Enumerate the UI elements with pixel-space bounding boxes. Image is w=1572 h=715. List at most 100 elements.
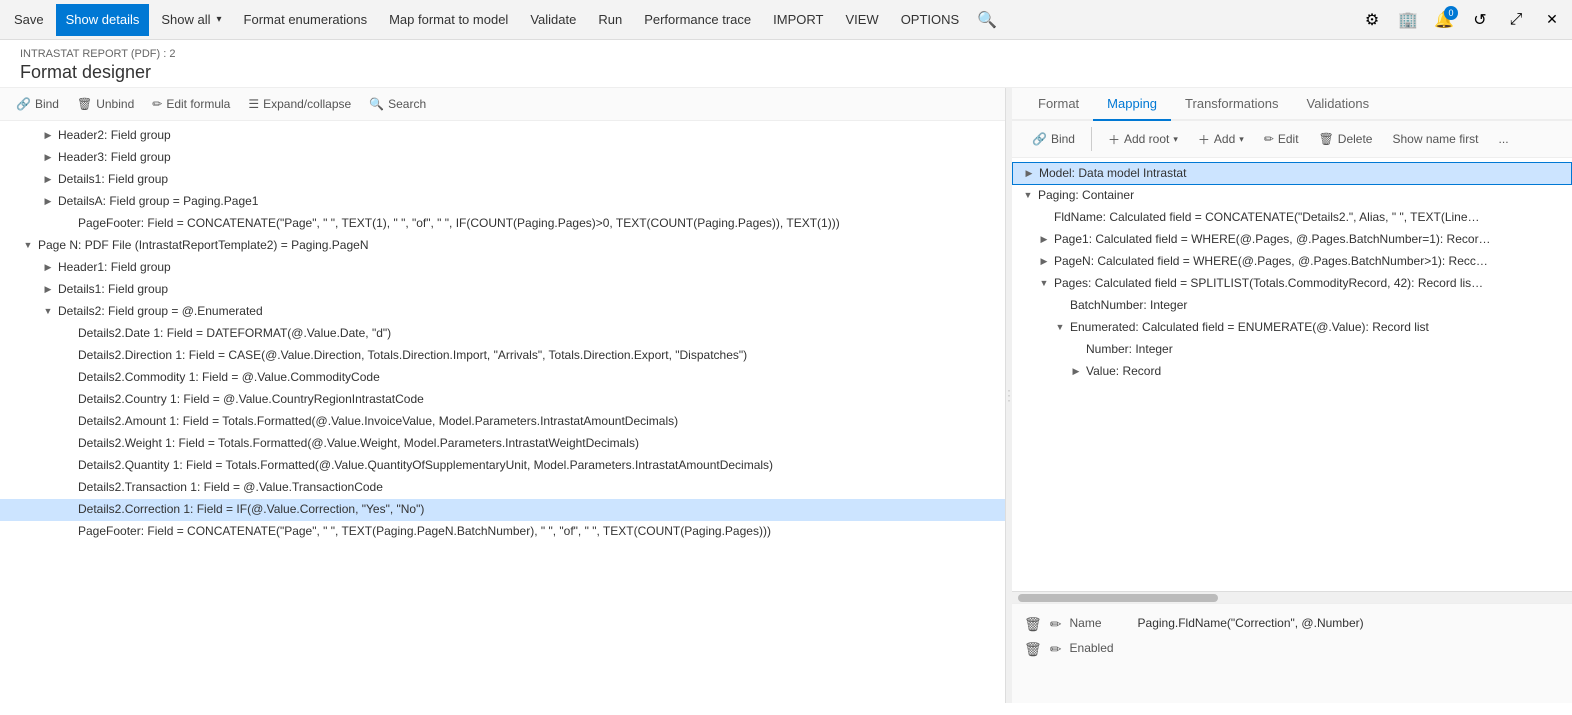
show-details-button[interactable]: Show details (56, 4, 150, 36)
horizontal-scrollbar[interactable] (1012, 591, 1572, 603)
refresh-button[interactable]: ↺ (1464, 4, 1496, 36)
search-icon-button[interactable]: 🔍 (971, 4, 1003, 36)
tree-toggle-icon: ▶ (40, 151, 56, 164)
rtree-item-text: FldName: Calculated field = CONCATENATE(… (1052, 209, 1480, 226)
tree-item-text: Details2.Commodity 1: Field = @.Value.Co… (76, 369, 380, 386)
settings-icon-button[interactable]: ⚙ (1356, 4, 1388, 36)
rtree-item-text: BatchNumber: Integer (1068, 297, 1187, 314)
save-button[interactable]: Save (4, 4, 54, 36)
tree-toggle-icon: ▶ (40, 173, 56, 186)
performance-trace-button[interactable]: Performance trace (634, 4, 761, 36)
search-icon: 🔍 (369, 97, 384, 111)
left-tree: ▶Header2: Field group▶Header3: Field gro… (0, 121, 1005, 703)
left-tree-item[interactable]: ▶Header2: Field group (0, 125, 1005, 147)
edit-name-icon[interactable]: ✏ (1050, 616, 1062, 633)
unbind-button[interactable]: 🗑 Unbind (69, 94, 142, 114)
options-button[interactable]: OPTIONS (891, 4, 970, 36)
left-tree-item[interactable]: ▼Page N: PDF File (IntrastatReportTempla… (0, 235, 1005, 257)
right-tree-item[interactable]: ▶PageN: Calculated field = WHERE(@.Pages… (1012, 251, 1572, 273)
right-bind-button[interactable]: 🔗 Bind (1024, 129, 1083, 149)
edit-button[interactable]: ✏ Edit (1256, 129, 1307, 149)
import-button[interactable]: IMPORT (763, 4, 833, 36)
left-tree-item[interactable]: ▶Header1: Field group (0, 257, 1005, 279)
right-tree-item[interactable]: FldName: Calculated field = CONCATENATE(… (1012, 207, 1572, 229)
left-tree-item[interactable]: Details2.Direction 1: Field = CASE(@.Val… (0, 345, 1005, 367)
right-tree-item[interactable]: ▼Pages: Calculated field = SPLITLIST(Tot… (1012, 273, 1572, 295)
tree-item-text: Details1: Field group (56, 281, 168, 298)
rtree-item-text: Pages: Calculated field = SPLITLIST(Tota… (1052, 275, 1483, 292)
rtree-toggle-icon: ▶ (1036, 233, 1052, 246)
edit-formula-button[interactable]: ✏ Edit formula (144, 94, 238, 114)
left-tree-item[interactable]: ▶Header3: Field group (0, 147, 1005, 169)
tab-validations[interactable]: Validations (1292, 88, 1383, 121)
office-icon-button[interactable]: 🏢 (1392, 4, 1424, 36)
right-tree-item[interactable]: ▼Enumerated: Calculated field = ENUMERAT… (1012, 317, 1572, 339)
format-enumerations-button[interactable]: Format enumerations (234, 4, 378, 36)
right-toolbar: 🔗 Bind ＋ Add root ＋ Add ✏ Edit 🗑 Delete … (1012, 121, 1572, 158)
rtree-item-text: PageN: Calculated field = WHERE(@.Pages,… (1052, 253, 1488, 270)
expand-icon: ☰ (248, 97, 259, 111)
main-toolbar: Save Show details Show all Format enumer… (0, 0, 1572, 40)
rtree-item-text: Paging: Container (1036, 187, 1134, 204)
left-tree-item[interactable]: Details2.Transaction 1: Field = @.Value.… (0, 477, 1005, 499)
bind-button[interactable]: 🔗 Bind (8, 94, 67, 114)
left-tree-item[interactable]: ▶Details1: Field group (0, 279, 1005, 301)
show-name-first-button[interactable]: Show name first (1384, 129, 1486, 149)
right-tree-item[interactable]: ▼Paging: Container (1012, 185, 1572, 207)
formula-icon: ✏ (152, 97, 162, 111)
run-button[interactable]: Run (588, 4, 632, 36)
add-icon: ＋ (1198, 131, 1210, 148)
view-button[interactable]: VIEW (835, 4, 888, 36)
toolbar-divider-1 (1091, 127, 1092, 151)
delete-enabled-icon[interactable]: 🗑 (1024, 641, 1042, 658)
left-tree-item[interactable]: Details2.Amount 1: Field = Totals.Format… (0, 411, 1005, 433)
right-tree-item[interactable]: ▶Model: Data model Intrastat (1012, 162, 1572, 185)
tree-item-text: PageFooter: Field = CONCATENATE("Page", … (76, 215, 840, 232)
tree-item-text: PageFooter: Field = CONCATENATE("Page", … (76, 523, 771, 540)
rtree-toggle-icon: ▼ (1020, 189, 1036, 202)
left-tree-item[interactable]: ▼Details2: Field group = @.Enumerated (0, 301, 1005, 323)
left-tree-item[interactable]: Details2.Commodity 1: Field = @.Value.Co… (0, 367, 1005, 389)
tab-mapping[interactable]: Mapping (1093, 88, 1171, 121)
tree-item-text: Details2: Field group = @.Enumerated (56, 303, 263, 320)
left-tree-item[interactable]: ▶DetailsA: Field group = Paging.Page1 (0, 191, 1005, 213)
tab-transformations[interactable]: Transformations (1171, 88, 1292, 121)
tree-item-text: Details1: Field group (56, 171, 168, 188)
right-panel: FormatMappingTransformationsValidations … (1012, 88, 1572, 703)
left-tree-item[interactable]: Details2.Date 1: Field = DATEFORMAT(@.Va… (0, 323, 1005, 345)
left-tree-item[interactable]: Details2.Quantity 1: Field = Totals.Form… (0, 455, 1005, 477)
rtree-item-text: Number: Integer (1084, 341, 1173, 358)
tree-item-text: Page N: PDF File (IntrastatReportTemplat… (36, 237, 369, 254)
add-button[interactable]: ＋ Add (1190, 128, 1252, 151)
more-options-button[interactable]: ... (1491, 129, 1517, 149)
add-root-button[interactable]: ＋ Add root (1100, 128, 1186, 151)
expand-collapse-button[interactable]: ☰ Expand/collapse (240, 94, 359, 114)
notification-badge[interactable]: 🔔 0 (1428, 4, 1460, 36)
validate-button[interactable]: Validate (520, 4, 586, 36)
map-format-to-model-button[interactable]: Map format to model (379, 4, 518, 36)
right-tree-item[interactable]: ▶Page1: Calculated field = WHERE(@.Pages… (1012, 229, 1572, 251)
left-tree-item[interactable]: Details2.Weight 1: Field = Totals.Format… (0, 433, 1005, 455)
add-root-icon: ＋ (1108, 131, 1120, 148)
right-tree-item[interactable]: ▶Value: Record (1012, 361, 1572, 383)
right-tree-item[interactable]: BatchNumber: Integer (1012, 295, 1572, 317)
show-all-button[interactable]: Show all (151, 4, 231, 36)
maximize-button[interactable]: ⤢ (1500, 4, 1532, 36)
left-tree-item[interactable]: ▶Details1: Field group (0, 169, 1005, 191)
close-button[interactable]: ✕ (1536, 4, 1568, 36)
search-button[interactable]: 🔍 Search (361, 94, 434, 114)
left-tree-item[interactable]: Details2.Correction 1: Field = IF(@.Valu… (0, 499, 1005, 521)
hscroll-thumb[interactable] (1018, 594, 1218, 602)
tree-item-text: Details2.Weight 1: Field = Totals.Format… (76, 435, 639, 452)
main-layout: 🔗 Bind 🗑 Unbind ✏ Edit formula ☰ Expand/… (0, 88, 1572, 703)
enabled-row: 🗑 ✏ Enabled (1024, 637, 1560, 662)
rtree-toggle-icon: ▶ (1068, 365, 1084, 378)
delete-button[interactable]: 🗑 Delete (1311, 129, 1381, 149)
edit-enabled-icon[interactable]: ✏ (1050, 641, 1062, 658)
tab-format[interactable]: Format (1024, 88, 1093, 121)
left-tree-item[interactable]: Details2.Country 1: Field = @.Value.Coun… (0, 389, 1005, 411)
left-tree-item[interactable]: PageFooter: Field = CONCATENATE("Page", … (0, 213, 1005, 235)
right-tree-item[interactable]: Number: Integer (1012, 339, 1572, 361)
left-tree-item[interactable]: PageFooter: Field = CONCATENATE("Page", … (0, 521, 1005, 543)
delete-name-icon[interactable]: 🗑 (1024, 616, 1042, 633)
